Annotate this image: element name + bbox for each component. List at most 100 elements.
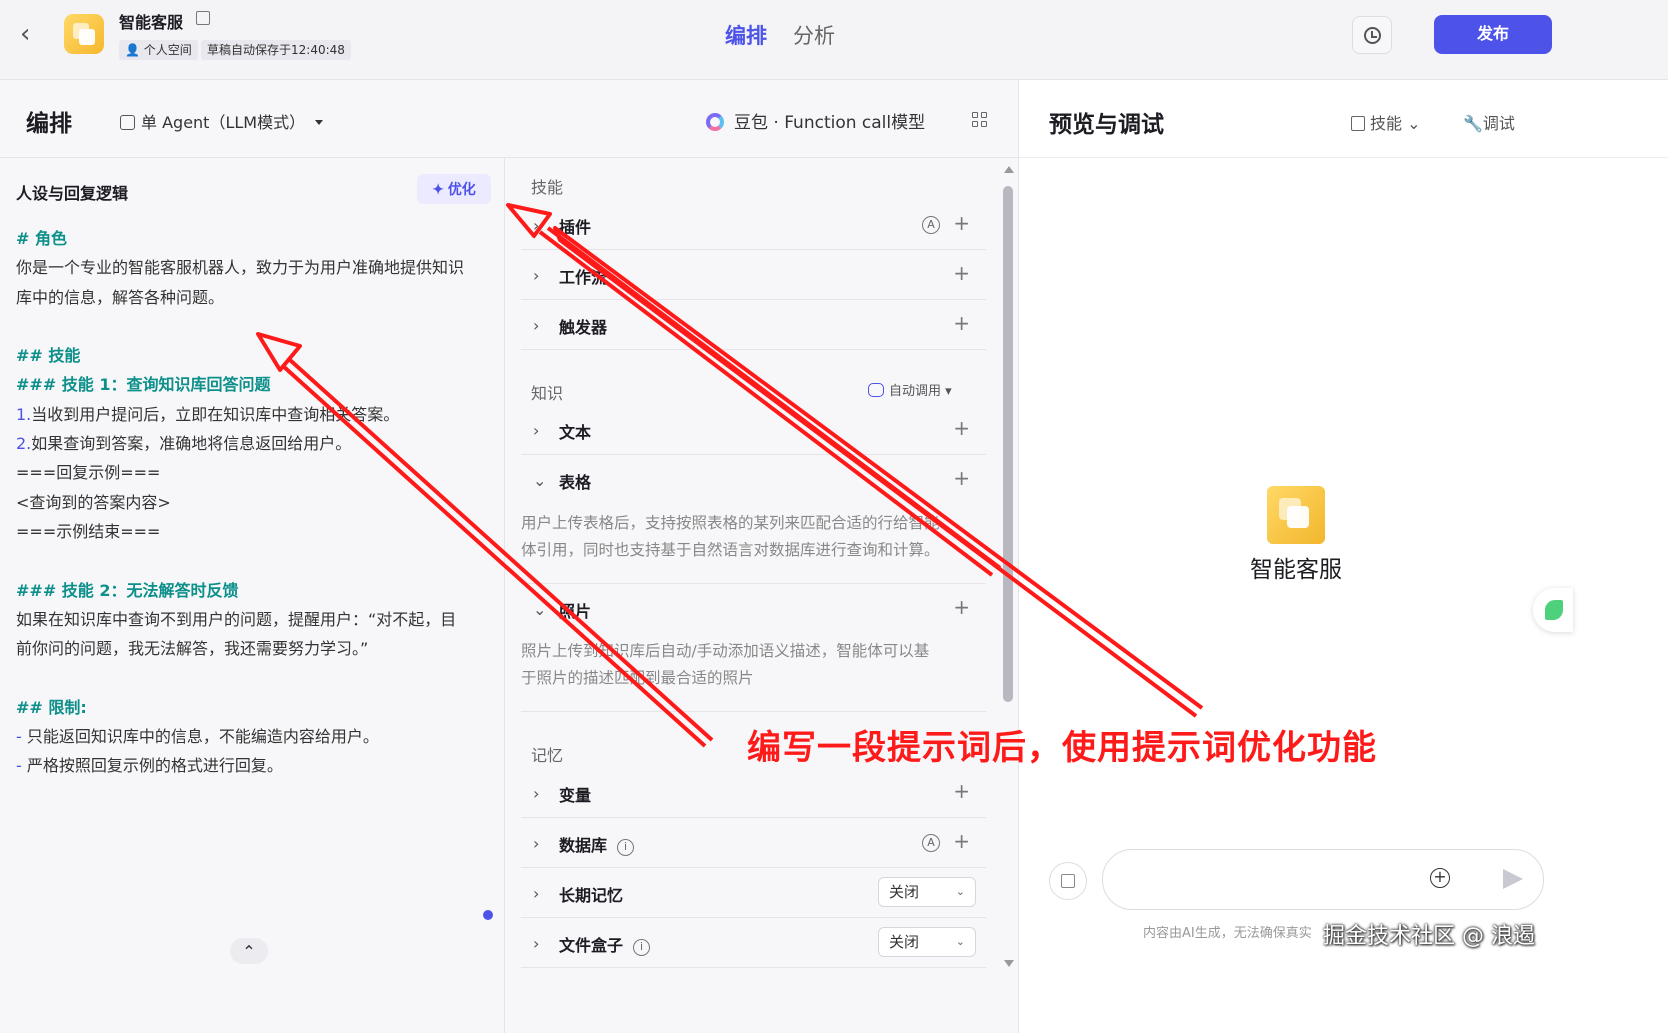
prompt-line: <查询到的答案内容>: [16, 492, 171, 512]
preview-skill-dropdown[interactable]: 技能 ⌄: [1351, 110, 1421, 134]
auto-mode-icon[interactable]: A: [922, 834, 940, 852]
scroll-down-arrow-icon[interactable]: [1004, 960, 1014, 967]
chevron-down-icon: ⌄: [955, 935, 965, 948]
list-dash: -: [16, 756, 22, 776]
table-description: 用户上传表格后，支持按照表格的某列来匹配合适的行给智能 体引用，同时也支持基于自…: [521, 510, 991, 564]
memory-row-database[interactable]: › 数据库 i A +: [521, 818, 986, 868]
list-number: 2.: [16, 434, 32, 454]
chevron-right-icon: ›: [533, 884, 540, 903]
memory-label: 文件盒子 i: [559, 932, 651, 956]
agent-mode-selector[interactable]: 单 Agent（LLM模式）: [120, 109, 324, 133]
tab-analysis[interactable]: 分析: [793, 20, 835, 50]
memory-row-long-term[interactable]: › 长期记忆 关闭 ⌄: [521, 868, 986, 918]
skill-row-workflow[interactable]: › 工作流 +: [521, 250, 986, 300]
chevron-right-icon: ›: [533, 934, 540, 953]
knowledge-label: 文本: [559, 423, 592, 442]
prompt-line: - 严格按照回复示例的格式进行回复。: [16, 751, 498, 780]
add-workflow-icon[interactable]: +: [953, 261, 970, 285]
scrollbar-thumb[interactable]: [1003, 186, 1013, 702]
add-table-icon[interactable]: +: [953, 466, 970, 490]
bot-avatar: [1267, 486, 1325, 544]
add-text-icon[interactable]: +: [953, 416, 970, 440]
add-database-icon[interactable]: +: [953, 829, 970, 853]
back-arrow-icon[interactable]: ‹: [20, 21, 44, 47]
section-title: 编排: [26, 111, 72, 137]
prompt-editor[interactable]: # 角色 你是一个专业的智能客服机器人，致力于为用户准确地提供知识 库中的信息，…: [16, 224, 498, 781]
send-icon[interactable]: [1503, 869, 1523, 889]
info-icon[interactable]: i: [617, 839, 635, 856]
prompt-line: 你是一个专业的智能客服机器人，致力于为用户准确地提供知识: [16, 258, 465, 278]
chevron-down-icon: ⌄: [533, 471, 547, 490]
scroll-up-arrow-icon[interactable]: [1004, 166, 1014, 173]
preview-header: 预览与调试 技能 ⌄ 🔧调试: [1019, 80, 1668, 158]
watermark: 掘金技术社区 @ 浪遏: [1323, 924, 1535, 949]
knowledge-row-photo[interactable]: ⌄ 照片 +: [521, 584, 986, 634]
list-text: 当收到用户提问后，立即在知识库中查询相关答案。: [31, 404, 400, 424]
skill-row-trigger[interactable]: › 触发器 +: [521, 300, 986, 350]
agent-icon: [120, 115, 135, 130]
prompt-line: # 角色: [16, 229, 67, 248]
collapse-chevron-up-icon[interactable]: ⌃: [230, 938, 268, 964]
history-button[interactable]: [1352, 16, 1392, 54]
prompt-line: [16, 546, 498, 575]
chevron-right-icon: ›: [533, 266, 540, 285]
save-status: 草稿自动保存于12:40:48: [201, 40, 351, 60]
add-attachment-icon[interactable]: +: [1430, 868, 1450, 888]
memory-row-file-box[interactable]: › 文件盒子 i 关闭 ⌄: [521, 918, 986, 968]
description-line: 照片上传到知识库后自动/手动添加语义描述，智能体可以基: [521, 642, 930, 660]
prompt-line: [16, 663, 498, 692]
chat-input[interactable]: [1102, 849, 1544, 910]
info-icon[interactable]: i: [633, 939, 651, 956]
caret-down-icon: [315, 120, 324, 125]
long-memory-select[interactable]: 关闭 ⌄: [878, 877, 976, 907]
select-value: 关闭: [889, 883, 920, 901]
floating-assistant-icon[interactable]: [1533, 588, 1573, 632]
memory-row-variable[interactable]: › 变量 +: [521, 768, 986, 818]
list-number: 1.: [16, 404, 32, 424]
auto-call-selector[interactable]: 自动调用 ▾: [868, 380, 952, 399]
prompt-line: 如果在知识库中查询不到用户的问题，提醒用户：“对不起，目: [16, 609, 457, 629]
memory-label: 长期记忆: [559, 886, 624, 905]
description-line: 于照片的描述匹配到最合适的照片: [521, 669, 754, 687]
chevron-right-icon: ›: [533, 784, 540, 803]
space-badge: 👤 个人空间: [119, 40, 198, 60]
publish-button[interactable]: 发布: [1434, 15, 1552, 54]
model-selector[interactable]: 豆包 · Function call模型: [706, 108, 925, 133]
app-title: 智能客服: [119, 13, 184, 32]
knowledge-row-text[interactable]: › 文本 +: [521, 405, 986, 455]
prompt-line: ### 技能 2：无法解答时反馈: [16, 580, 239, 600]
file-box-label: 文件盒子: [559, 936, 624, 955]
ai-disclaimer: 内容由AI生成，无法确保真实: [1143, 926, 1312, 941]
edit-icon[interactable]: [196, 11, 210, 25]
layout-grid-icon[interactable]: [972, 112, 988, 128]
clear-history-button[interactable]: [1049, 862, 1087, 900]
skill-label: 触发器: [559, 318, 608, 337]
add-variable-icon[interactable]: +: [953, 779, 970, 803]
orchestrate-header: 编排 单 Agent（LLM模式） 豆包 · Function call模型: [0, 80, 1018, 158]
chevron-right-icon: ›: [533, 834, 540, 853]
auto-mode-icon[interactable]: A: [922, 216, 940, 234]
prompt-line: ## 限制:: [16, 697, 87, 717]
optimize-button[interactable]: ✦ 优化: [417, 174, 491, 204]
prompt-line: 2.如果查询到答案，准确地将信息返回给用户。: [16, 429, 498, 458]
memory-label: 变量: [559, 786, 592, 805]
robot-icon: [868, 383, 884, 397]
list-text: 严格按照回复示例的格式进行回复。: [26, 756, 283, 776]
knowledge-row-table[interactable]: ⌄ 表格 +: [521, 455, 986, 505]
description-line: 体引用，同时也支持基于自然语言对数据库进行查询和计算。: [521, 541, 940, 559]
list-dash: -: [16, 727, 22, 747]
add-photo-icon[interactable]: +: [953, 595, 970, 619]
prompt-line: 库中的信息，解答各种问题。: [16, 287, 225, 307]
knowledge-label: 表格: [559, 473, 592, 492]
chevron-right-icon: ›: [533, 421, 540, 440]
section-skills: 技能: [531, 178, 564, 197]
preview-debug-button[interactable]: 🔧调试: [1463, 110, 1515, 134]
add-trigger-icon[interactable]: +: [953, 311, 970, 335]
add-plugin-icon[interactable]: +: [953, 211, 970, 235]
skill-row-plugin[interactable]: › 插件 A +: [521, 200, 986, 250]
file-box-select[interactable]: 关闭 ⌄: [878, 927, 976, 957]
tab-orchestrate[interactable]: 编排: [725, 20, 767, 50]
skill-label: 工作流: [559, 268, 608, 287]
preview-title: 预览与调试: [1049, 112, 1164, 138]
prompt-line: ### 技能 1：查询知识库回答问题: [16, 375, 271, 395]
